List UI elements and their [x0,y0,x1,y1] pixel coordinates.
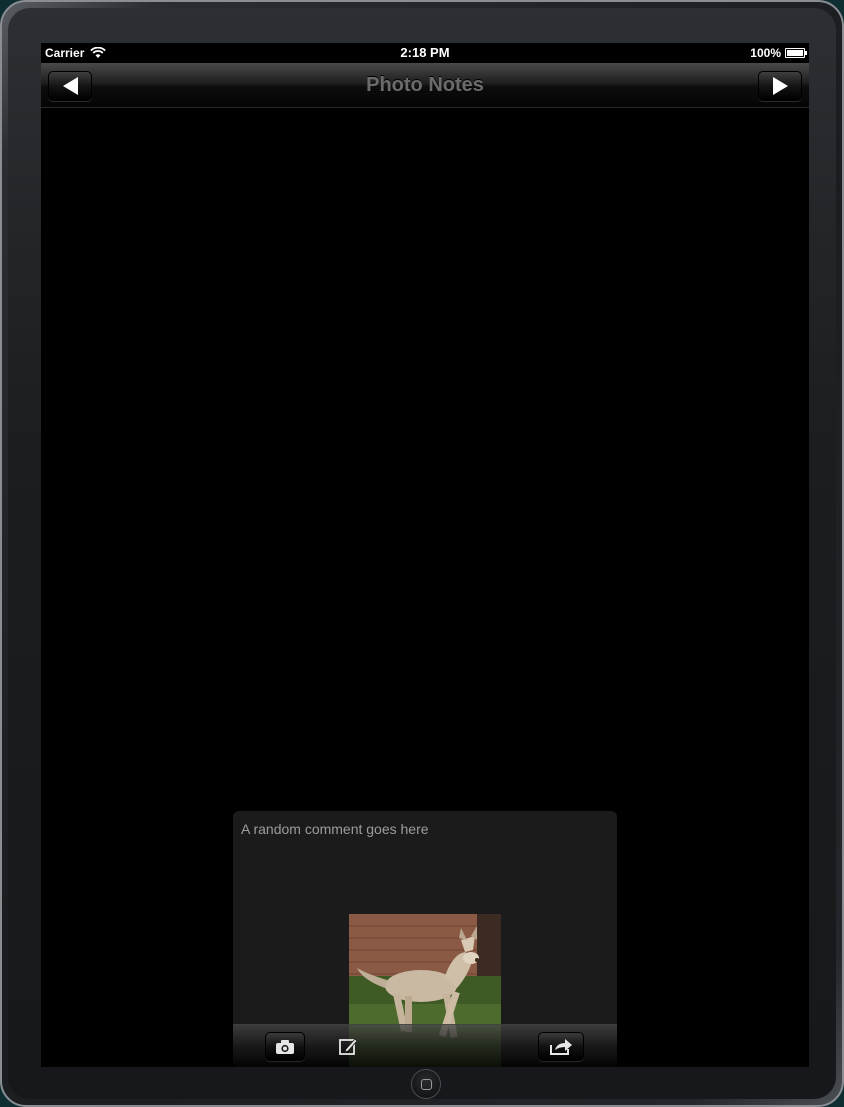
status-battery: 100% [750,46,807,60]
share-icon [550,1038,572,1055]
camera-button[interactable] [265,1032,305,1061]
camera-icon [276,1039,294,1054]
battery-percent: 100% [750,46,781,60]
note-comment[interactable]: A random comment goes here [241,821,429,837]
next-button[interactable] [758,71,802,101]
screen: Carrier 2:18 PM 100% Photo Notes A rando… [41,43,809,1067]
right-arrow-icon [772,77,788,95]
navigation-bar: Photo Notes [41,63,809,108]
home-button[interactable] [411,1069,441,1099]
photo-note-card[interactable]: A random comment goes here [233,811,617,1067]
note-toolbar [233,1024,617,1067]
page-title: Photo Notes [366,74,484,96]
status-bar: Carrier 2:18 PM 100% [41,43,809,63]
compose-icon [339,1037,358,1055]
ipad-frame: Carrier 2:18 PM 100% Photo Notes A rando… [0,0,844,1107]
battery-icon [785,48,807,58]
status-time: 2:18 PM [400,45,450,60]
share-button[interactable] [538,1032,584,1061]
compose-button[interactable] [333,1032,363,1059]
home-square-icon [420,1078,432,1090]
